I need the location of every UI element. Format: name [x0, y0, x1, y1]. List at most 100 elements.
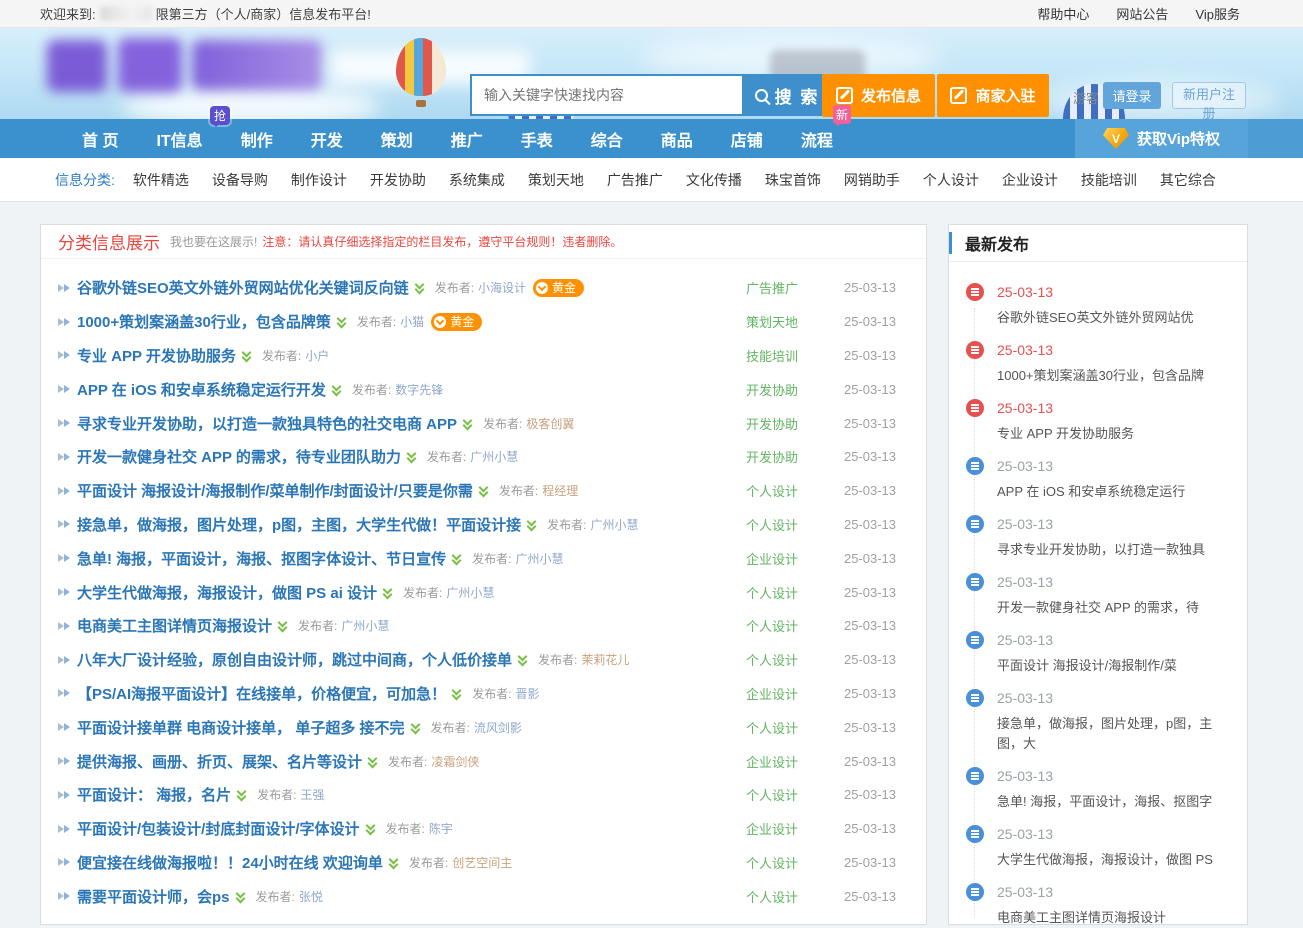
category-link[interactable]: 个人设计: [741, 650, 803, 669]
publisher-link[interactable]: 程经理: [542, 482, 578, 499]
topbar-link[interactable]: 帮助中心: [1037, 4, 1089, 23]
category-link[interactable]: 技能培训: [741, 346, 803, 365]
publisher-link[interactable]: 极客创翼: [526, 415, 574, 432]
category-link[interactable]: 策划天地: [741, 312, 803, 331]
listing-title-link[interactable]: 平面设计： 海报，名片: [77, 784, 231, 805]
publisher-link[interactable]: 广州小慧: [516, 550, 564, 567]
nav-item[interactable]: 流程: [801, 127, 833, 151]
nav-item[interactable]: IT信息: [156, 127, 202, 151]
category-link[interactable]: 企业设计: [741, 819, 803, 838]
search-input[interactable]: [470, 74, 742, 116]
nav-item[interactable]: 推广: [451, 127, 483, 151]
category-link[interactable]: 开发协助: [741, 414, 803, 433]
category-item[interactable]: 制作设计: [291, 170, 347, 190]
timeline-title[interactable]: 寻求专业开发协助，以打造一款独具: [997, 540, 1237, 560]
listing-title-link[interactable]: APP 在 iOS 和安卓系统稳定运行开发: [77, 379, 326, 400]
publisher-link[interactable]: 广州小慧: [341, 617, 389, 634]
publisher-link[interactable]: 凌霜剑侠: [431, 753, 479, 770]
timeline-title[interactable]: 专业 APP 开发协助服务: [997, 424, 1237, 444]
category-link[interactable]: 开发协助: [741, 447, 803, 466]
listing-title-link[interactable]: 平面设计接单群 电商设计接单， 单子超多 接不完: [77, 717, 405, 738]
merchant-join-button[interactable]: 商家入驻: [937, 74, 1049, 117]
topbar-link[interactable]: 网站公告: [1116, 4, 1168, 23]
listing-title-link[interactable]: 电商美工主图详情页海报设计: [77, 615, 272, 636]
publisher-link[interactable]: 流风剑影: [474, 719, 522, 736]
publisher-link[interactable]: 广州小慧: [591, 516, 639, 533]
timeline-title[interactable]: 接急单，做海报，图片处理，p图，主图，大: [997, 714, 1237, 754]
listing-title-link[interactable]: 接急单，做海报，图片处理，p图，主图，大学生代做！平面设计接: [77, 514, 521, 535]
category-link[interactable]: 企业设计: [741, 684, 803, 703]
publisher-link[interactable]: 陈宇: [429, 820, 453, 837]
publisher-link[interactable]: 小户: [305, 347, 329, 364]
listing-title-link[interactable]: 大学生代做海报，海报设计，做图 PS ai 设计: [77, 582, 377, 603]
nav-item[interactable]: 综合: [591, 127, 623, 151]
timeline-title[interactable]: 谷歌外链SEO英文外链外贸网站优: [997, 308, 1237, 328]
nav-item[interactable]: 商品: [661, 127, 693, 151]
publisher-link[interactable]: 数字先锋: [395, 381, 443, 398]
category-link[interactable]: 广告推广: [741, 278, 803, 297]
timeline-title[interactable]: 大学生代做海报，海报设计，做图 PS: [997, 850, 1237, 870]
category-item[interactable]: 网销助手: [844, 170, 900, 190]
listing-title-link[interactable]: 平面设计/包装设计/封底封面设计/字体设计: [77, 818, 360, 839]
category-item[interactable]: 文化传播: [686, 170, 742, 190]
listing-title-link[interactable]: 需要平面设计师，会ps: [77, 886, 230, 907]
nav-item[interactable]: 店铺: [731, 127, 763, 151]
category-item[interactable]: 企业设计: [1002, 170, 1058, 190]
category-item[interactable]: 设备导购: [212, 170, 268, 190]
category-item[interactable]: 广告推广: [607, 170, 663, 190]
category-item[interactable]: 其它综合: [1160, 170, 1216, 190]
category-link[interactable]: 个人设计: [741, 583, 803, 602]
login-button[interactable]: 请登录: [1103, 82, 1161, 109]
listing-title-link[interactable]: 专业 APP 开发协助服务: [77, 345, 236, 366]
topbar-link[interactable]: Vip服务: [1195, 4, 1240, 23]
nav-item[interactable]: 策划: [381, 127, 413, 151]
publisher-link[interactable]: 晋影: [516, 685, 540, 702]
listing-title-link[interactable]: 谷歌外链SEO英文外链外贸网站优化关键词反向链: [77, 277, 409, 298]
timeline-title[interactable]: 电商美工主图详情页海报设计: [997, 908, 1237, 928]
nav-item[interactable]: 制作: [241, 127, 273, 151]
category-item[interactable]: 软件精选: [133, 170, 189, 190]
timeline-title[interactable]: APP 在 iOS 和安卓系统稳定运行: [997, 482, 1237, 502]
category-link[interactable]: 个人设计: [741, 616, 803, 635]
vip-button[interactable]: V 获取Vip特权: [1075, 119, 1248, 158]
listing-title-link[interactable]: 平面设计 海报设计/海报制作/菜单制作/封面设计/只要是你需: [77, 480, 473, 501]
category-link[interactable]: 个人设计: [741, 481, 803, 500]
category-link[interactable]: 企业设计: [741, 549, 803, 568]
publisher-link[interactable]: 小海设计: [478, 279, 526, 296]
category-item[interactable]: 系统集成: [449, 170, 505, 190]
category-item[interactable]: 个人设计: [923, 170, 979, 190]
timeline-title[interactable]: 1000+策划案涵盖30行业，包含品牌: [997, 366, 1237, 386]
publisher-link[interactable]: 王强: [301, 786, 325, 803]
show-here-link[interactable]: 我也要在这展示!: [170, 233, 257, 250]
category-item[interactable]: 策划天地: [528, 170, 584, 190]
category-item[interactable]: 技能培训: [1081, 170, 1137, 190]
category-item[interactable]: 珠宝首饰: [765, 170, 821, 190]
category-link[interactable]: 个人设计: [741, 718, 803, 737]
publisher-link[interactable]: 小猫: [400, 313, 424, 330]
publisher-link[interactable]: 广州小慧: [446, 584, 494, 601]
listing-title-link[interactable]: 1000+策划案涵盖30行业，包含品牌策: [77, 311, 331, 332]
nav-item[interactable]: 手表: [521, 127, 553, 151]
category-link[interactable]: 个人设计: [741, 785, 803, 804]
publisher-link[interactable]: 广州小慧: [470, 448, 518, 465]
publisher-link[interactable]: 茉莉花儿: [581, 651, 629, 668]
category-link[interactable]: 个人设计: [741, 853, 803, 872]
nav-item[interactable]: 开发: [311, 127, 343, 151]
timeline-title[interactable]: 平面设计 海报设计/海报制作/菜: [997, 656, 1237, 676]
publisher-link[interactable]: 创艺空间主: [452, 854, 512, 871]
category-link[interactable]: 个人设计: [741, 887, 803, 906]
listing-title-link[interactable]: 便宜接在线做海报啦！！24小时在线 欢迎询单: [77, 852, 383, 873]
register-button[interactable]: 新用户注册: [1172, 82, 1246, 109]
timeline-title[interactable]: 开发一款健身社交 APP 的需求，待: [997, 598, 1237, 618]
listing-title-link[interactable]: 【PS/AI海报平面设计】在线接单，价格便宜，可加急！: [77, 683, 446, 704]
listing-title-link[interactable]: 寻求专业开发协助，以打造一款独具特色的社交电商 APP: [77, 413, 457, 434]
listing-title-link[interactable]: 八年大厂设计经验，原创自由设计师，跳过中间商，个人低价接单: [77, 649, 512, 670]
category-item[interactable]: 开发协助: [370, 170, 426, 190]
nav-item[interactable]: 首 页: [82, 127, 118, 151]
category-link[interactable]: 企业设计: [741, 752, 803, 771]
timeline-title[interactable]: 急单! 海报，平面设计，海报、抠图字: [997, 792, 1237, 812]
listing-title-link[interactable]: 提供海报、画册、折页、展架、名片等设计: [77, 751, 362, 772]
category-link[interactable]: 开发协助: [741, 380, 803, 399]
listing-title-link[interactable]: 开发一款健身社交 APP 的需求，待专业团队助力: [77, 446, 401, 467]
search-button[interactable]: 搜 索: [742, 74, 832, 116]
